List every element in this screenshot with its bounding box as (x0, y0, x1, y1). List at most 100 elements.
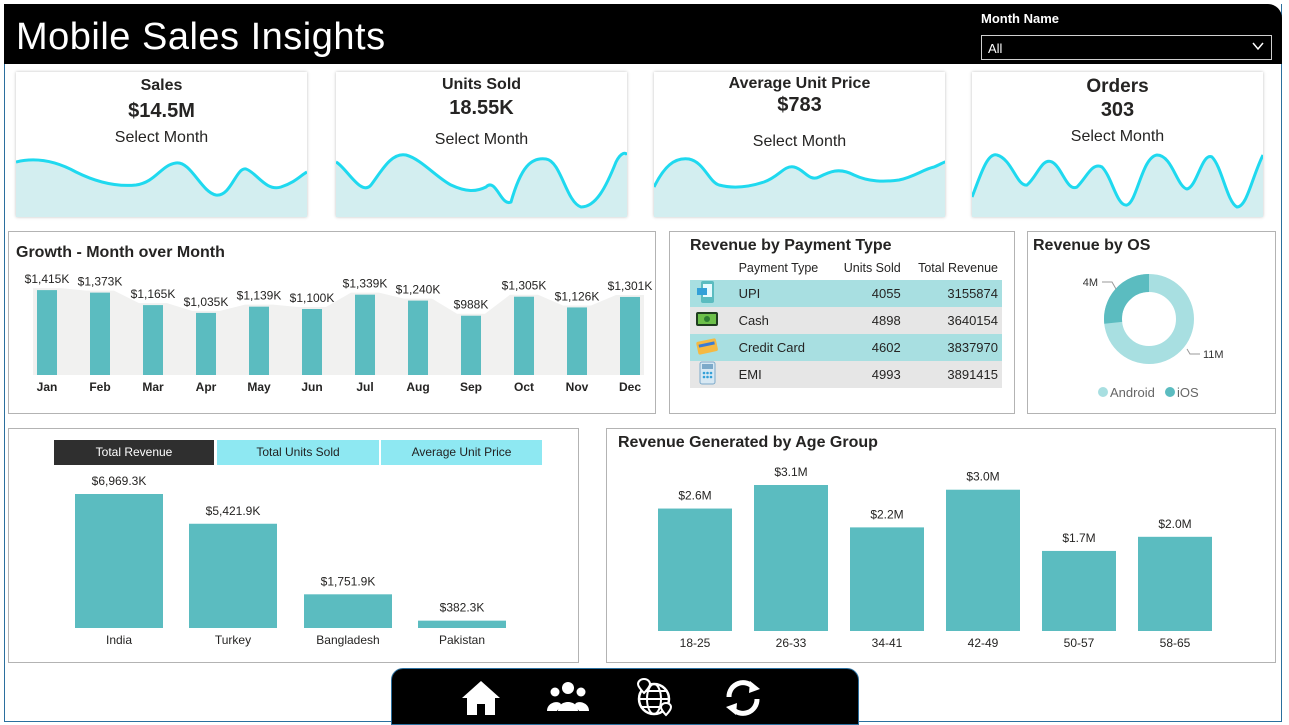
growth-bar (249, 306, 269, 375)
growth-bar (355, 294, 375, 375)
calculator-icon (690, 361, 735, 388)
table-row[interactable]: Cash 4898 3640154 (690, 307, 1002, 334)
kpi-title: Units Sold (441, 76, 522, 93)
revenue-by-payment-type-panel: Revenue by Payment Type Payment Type Uni… (669, 231, 1015, 414)
chevron-down-icon (1252, 42, 1264, 51)
age-bar-value-label: $1.7M (1062, 531, 1095, 545)
growth-bar-value-label: $1,415K (25, 272, 70, 286)
growth-chart: $1,415K Jan $1,373K Feb $1,165K Mar $1,035K Apr… (25, 272, 653, 394)
growth-bar (302, 309, 322, 375)
sparkline (654, 157, 945, 217)
country-bar-value-label: $382.3K (440, 601, 485, 615)
column-header[interactable]: Payment Type (735, 256, 832, 280)
globe-location-icon[interactable] (632, 675, 678, 721)
growth-bar-value-label: $1,339K (343, 277, 388, 291)
age-bar-value-label: $2.0M (1158, 517, 1191, 531)
payment-type-cell: Credit Card (734, 334, 832, 361)
panel-title: Revenue by Payment Type (690, 237, 892, 254)
ios-value-label: 4M (1083, 277, 1098, 289)
column-header[interactable]: Total Revenue (905, 256, 1002, 280)
age-bar (1138, 536, 1212, 631)
growth-bar-value-label: $1,373K (78, 275, 123, 289)
kpi-value: $14.5M (128, 100, 195, 122)
home-icon[interactable] (458, 675, 504, 721)
cash-icon (690, 307, 735, 334)
age-category-label: 58-65 (1160, 636, 1191, 650)
age-category-label: 26-33 (776, 636, 807, 650)
country-bar-value-label: $5,421.9K (206, 504, 261, 518)
ios-slice[interactable] (1104, 274, 1150, 324)
country-bar (418, 620, 506, 628)
column-header[interactable]: Units Sold (832, 256, 905, 280)
growth-month-label: Apr (196, 380, 217, 394)
growth-bar (408, 300, 428, 375)
table-row[interactable]: Credit Card 4602 3837970 (690, 334, 1002, 361)
legend-android-marker (1098, 387, 1108, 397)
age-bar-value-label: $2.6M (678, 489, 711, 503)
os-donut-chart[interactable]: 4M 11M Android iOS (1028, 232, 1275, 413)
growth-bar (514, 296, 534, 375)
tab-average-unit-price[interactable]: Average Unit Price (381, 440, 542, 465)
page-title: Mobile Sales Insights (16, 16, 386, 58)
month-slicer-label: Month Name (981, 11, 1059, 26)
growth-bar-value-label: $1,165K (131, 287, 176, 301)
sparkline (972, 153, 1263, 217)
kpi-value: 18.55K (449, 97, 514, 119)
kpi-value: 303 (1100, 99, 1135, 121)
kpi-card-units-sold[interactable]: Units Sold 18.55K Select Month (336, 72, 627, 217)
growth-month-label: Jul (356, 380, 373, 394)
kpi-subtitle: Select Month (114, 129, 209, 146)
kpi-card-sales[interactable]: Sales $14.5M Select Month (16, 72, 307, 217)
legend-ios-label[interactable]: iOS (1177, 385, 1199, 400)
legend-android-label[interactable]: Android (1110, 385, 1155, 400)
payment-type-cell: UPI (734, 280, 832, 307)
country-bar-value-label: $6,969.3K (92, 474, 147, 488)
table-row[interactable]: UPI 4055 3155874 (690, 280, 1002, 307)
growth-bar-value-label: $1,035K (184, 295, 229, 309)
growth-bar (37, 290, 57, 375)
growth-month-label: Aug (406, 380, 429, 394)
growth-bar-value-label: $1,100K (290, 291, 335, 305)
age-bar (850, 527, 924, 631)
age-bar (1042, 550, 1116, 631)
age-bar (946, 489, 1020, 631)
kpi-card-orders[interactable]: Orders 303 Select Month (972, 72, 1263, 217)
tab-total-units-sold[interactable]: Total Units Sold (217, 440, 379, 465)
kpi-card-average-unit-price[interactable]: Average Unit Price $783 Select Month (654, 72, 945, 217)
age-group-bar-chart: $2.6M 18-25 $3.1M 26-33 $2.2M 34-41 $3.0M 42-49… (658, 465, 1212, 650)
growth-month-label: Nov (566, 380, 589, 394)
age-category-label: 42-49 (968, 636, 999, 650)
growth-bar (567, 307, 587, 375)
mobile-pay-icon (690, 280, 735, 307)
growth-bar (461, 315, 481, 375)
age-bar-value-label: $2.2M (870, 507, 903, 521)
country-category-label: Turkey (215, 633, 251, 647)
growth-bar-value-label: $1,240K (396, 283, 441, 297)
kpi-value: $783 (777, 94, 822, 116)
age-category-label: 34-41 (872, 636, 903, 650)
growth-month-label: Mar (142, 380, 164, 394)
age-bar-value-label: $3.1M (774, 465, 807, 479)
age-bar (658, 508, 732, 631)
total-revenue-cell: 3891415 (904, 361, 1002, 388)
country-category-label: India (106, 633, 132, 647)
growth-month-label: Sep (460, 380, 482, 394)
age-category-label: 50-57 (1064, 636, 1095, 650)
month-slicer-dropdown[interactable]: All (981, 35, 1272, 60)
revenue-by-os-panel: Revenue by OS 4M 11M Android iOS (1027, 231, 1276, 414)
units-sold-cell: 4602 (831, 334, 905, 361)
table-row[interactable]: EMI 4993 3891415 (690, 361, 1002, 388)
growth-bar (196, 312, 216, 375)
growth-bar-value-label: $1,126K (555, 289, 600, 303)
refresh-icon[interactable] (720, 675, 766, 721)
growth-bar-value-label: $1,139K (237, 289, 282, 303)
kpi-title: Orders (1086, 76, 1149, 97)
units-sold-cell: 4898 (831, 307, 905, 334)
users-icon[interactable] (545, 675, 591, 721)
android-value-label: 11M (1203, 349, 1224, 361)
bottom-navigation (391, 668, 859, 725)
growth-month-label: May (247, 380, 271, 394)
country-bar (189, 523, 277, 628)
country-category-label: Pakistan (439, 633, 485, 647)
tab-total-revenue[interactable]: Total Revenue (54, 440, 214, 465)
